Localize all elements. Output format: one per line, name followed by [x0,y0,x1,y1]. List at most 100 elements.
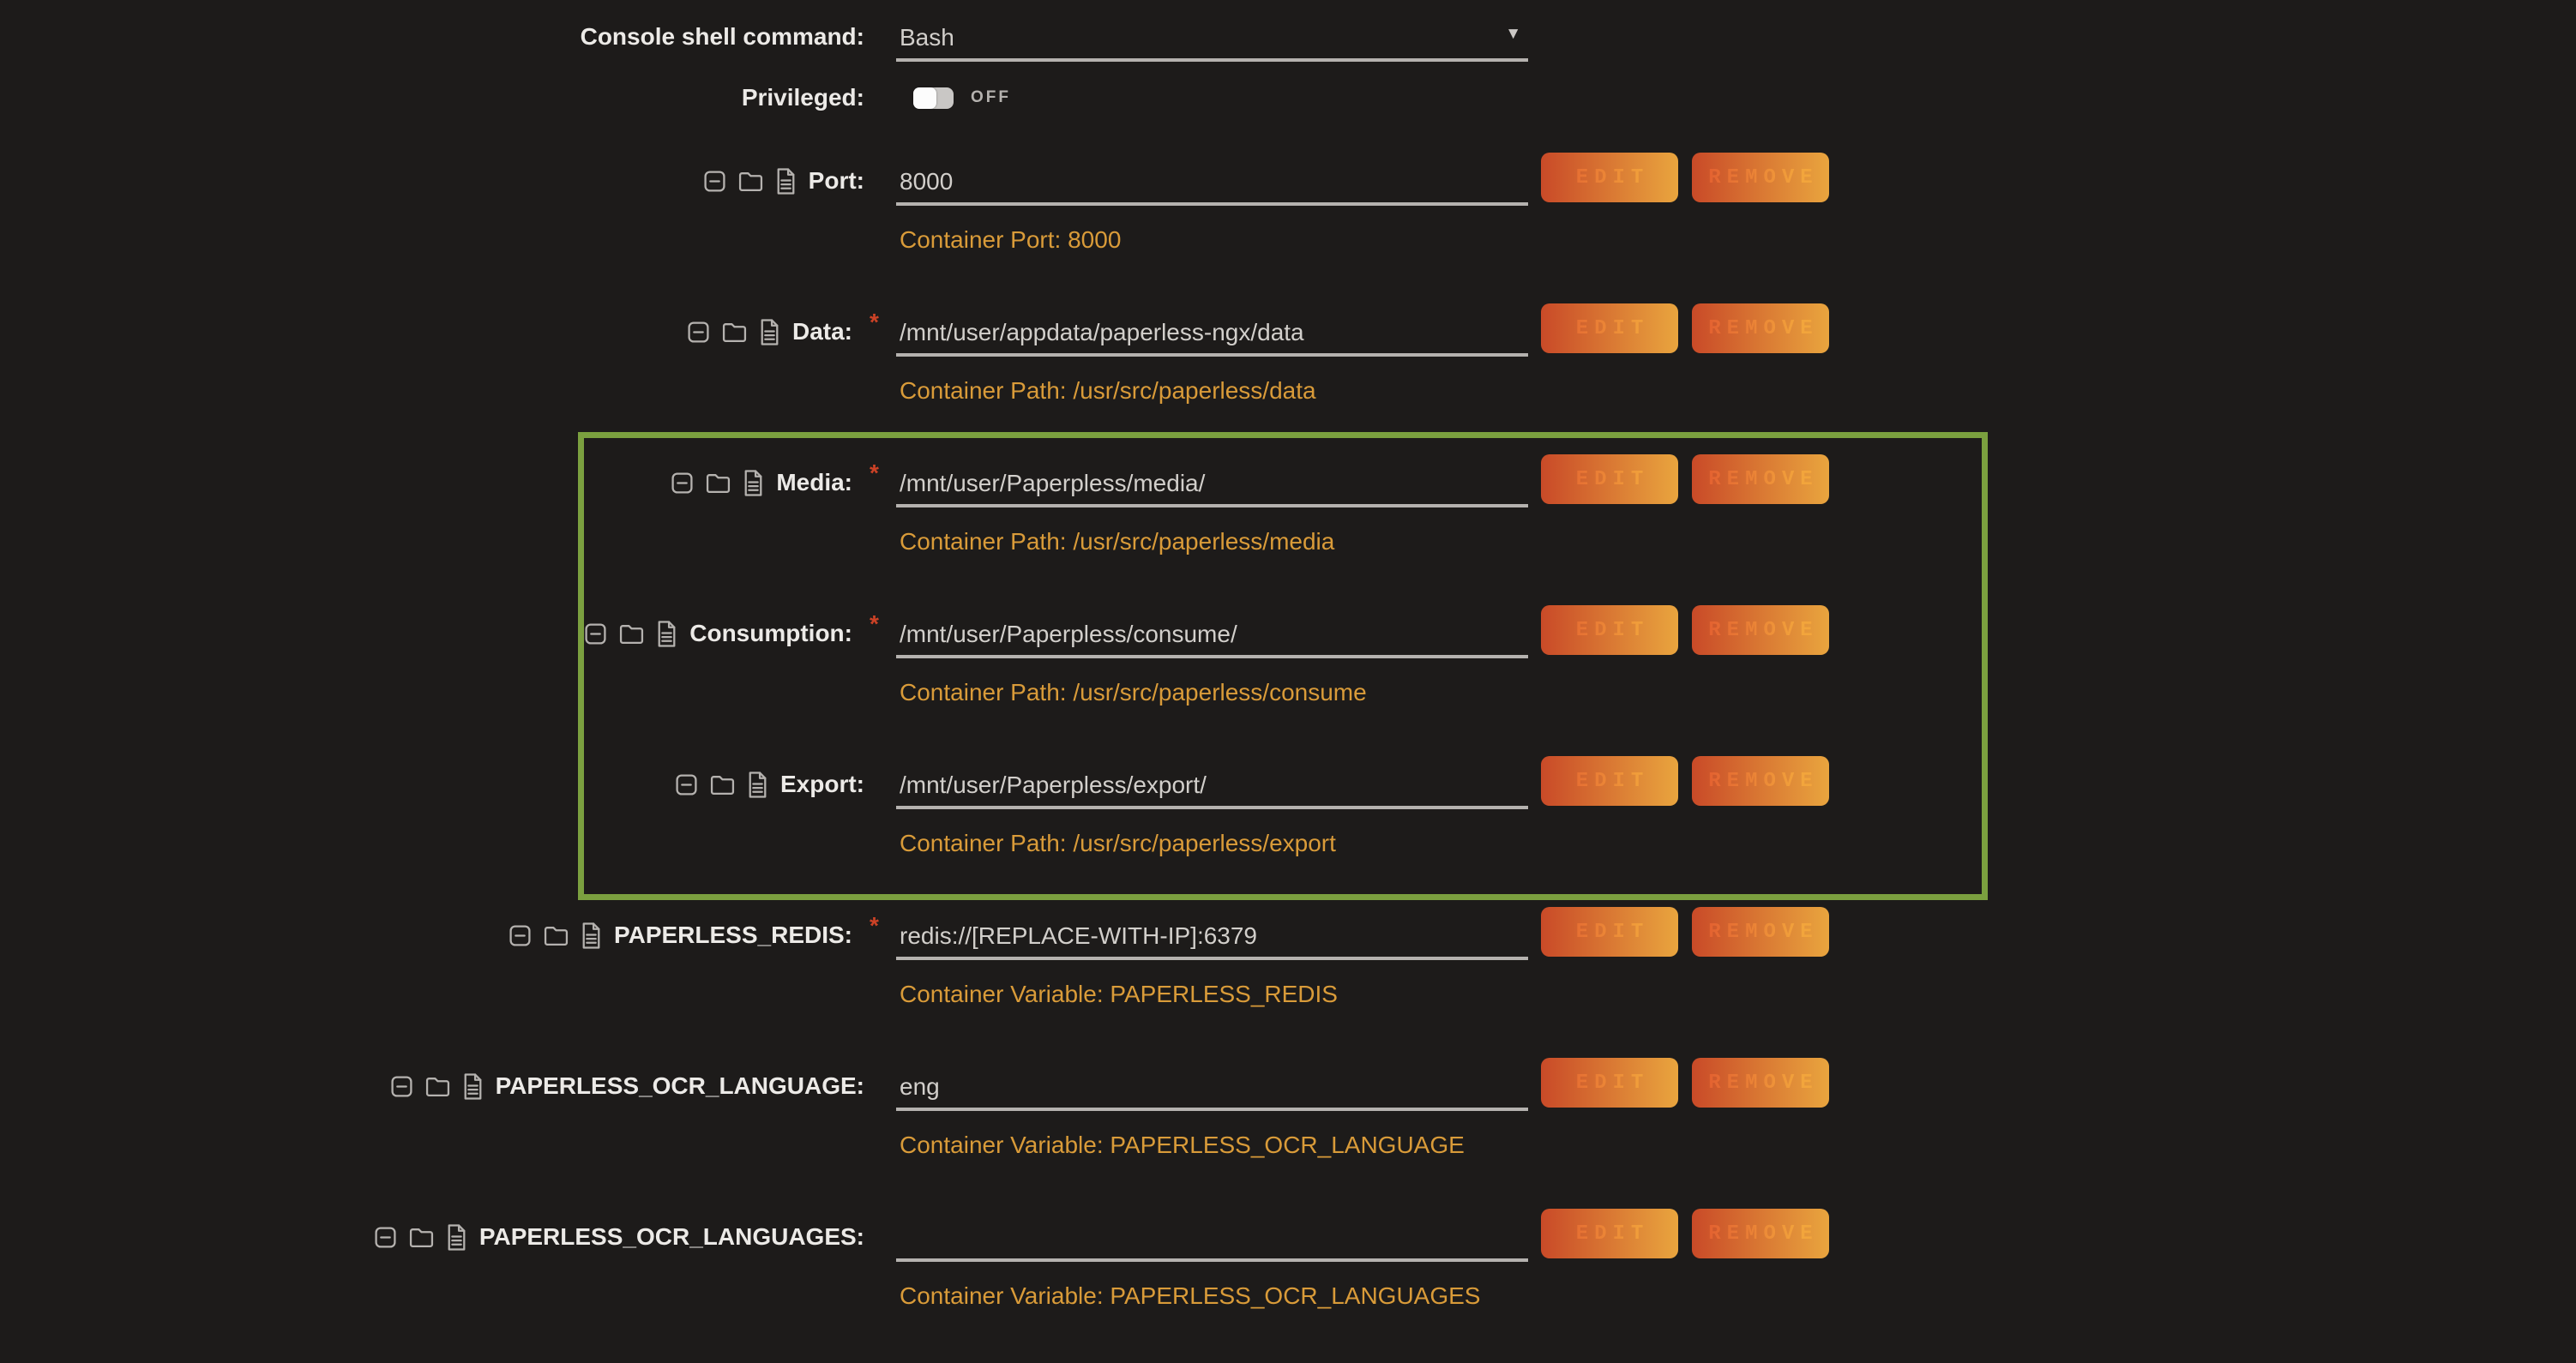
field-row-paperless-redis: PAPERLESS_REDIS: * redis://[REPLACE-WITH… [0,910,2576,1005]
privileged-label-cell: Privileged: [0,79,864,117]
console-shell-command-row: Console shell command: Bash ▼ [0,12,2576,62]
field-row-port: Port: * 8000 Container Port: 8000 EDIT R… [0,156,2576,250]
field-row-export: Export: * /mnt/user/Paperpless/export/ C… [0,760,2576,854]
port-icon [374,1226,397,1249]
folder-icon [544,925,569,946]
privileged-label: Privileged: [742,84,864,111]
document-icon [446,1224,467,1251]
required-asterisk: * [870,309,888,336]
folder-icon [409,1227,434,1248]
privileged-row: Privileged: OFF [0,79,2576,117]
folder-icon [738,171,763,192]
document-icon [581,922,602,949]
paperless-ocr-language-edit-button[interactable]: EDIT [1541,1058,1678,1108]
consumption-remove-button[interactable]: REMOVE [1692,605,1829,655]
privileged-value-cell: OFF [896,79,1528,117]
paperless-ocr-language-help-text: Container Variable: PAPERLESS_OCR_LANGUA… [896,1132,1528,1159]
document-icon [747,772,768,798]
consumption-help-text: Container Path: /usr/src/paperless/consu… [896,679,1528,706]
consumption-label: Consumption: [689,620,852,647]
required-asterisk: * [870,912,888,940]
field-row-consumption: Consumption: * /mnt/user/Paperpless/cons… [0,609,2576,703]
port-icon [390,1075,413,1098]
field-row-media: Media: * /mnt/user/Paperpless/media/ Con… [0,458,2576,552]
folder-icon [706,472,731,494]
export-edit-button[interactable]: EDIT [1541,756,1678,806]
port-edit-button[interactable]: EDIT [1541,153,1678,202]
paperless-redis-label: PAPERLESS_REDIS: [614,922,852,949]
paperless-redis-value: redis://[REPLACE-WITH-IP]:6379 [900,922,1257,950]
document-icon [743,470,764,496]
paperless-ocr-languages-edit-button[interactable]: EDIT [1541,1209,1678,1258]
field-row-paperless-ocr-languages: PAPERLESS_OCR_LANGUAGES: * Container Var… [0,1212,2576,1306]
data-remove-button[interactable]: REMOVE [1692,303,1829,353]
field-row-data: Data: * /mnt/user/appdata/paperless-ngx/… [0,307,2576,401]
port-icon [687,321,710,344]
media-value: /mnt/user/Paperpless/media/ [900,470,1205,497]
privileged-toggle-state: OFF [971,88,1011,107]
port-icon [703,170,726,193]
required-asterisk: * [870,610,888,638]
paperless-redis-edit-button[interactable]: EDIT [1541,907,1678,957]
paperless-ocr-language-remove-button[interactable]: REMOVE [1692,1058,1829,1108]
privileged-toggle-knob [913,87,936,109]
document-icon [656,621,677,647]
document-icon [462,1073,484,1100]
paperless-redis-help-text: Container Variable: PAPERLESS_REDIS [896,981,1528,1008]
data-edit-button[interactable]: EDIT [1541,303,1678,353]
media-label: Media: [776,469,852,496]
paperless-ocr-language-label: PAPERLESS_OCR_LANGUAGE: [496,1072,864,1100]
data-help-text: Container Path: /usr/src/paperless/data [896,377,1528,405]
folder-icon [710,774,735,796]
paperless-ocr-language-value: eng [900,1073,940,1101]
data-label: Data: [792,318,852,345]
consumption-input[interactable]: /mnt/user/Paperpless/consume/ [896,609,1528,658]
export-input[interactable]: /mnt/user/Paperpless/export/ [896,760,1528,809]
port-label: Port: [809,167,864,195]
folder-icon [722,321,747,343]
docker-template-settings-page: Console shell command: Bash ▼ Privileged… [0,0,2576,1341]
folder-icon [425,1076,450,1097]
export-remove-button[interactable]: REMOVE [1692,756,1829,806]
port-icon [584,622,607,645]
console-shell-command-label-cell: Console shell command: [0,12,864,62]
port-icon [675,773,698,796]
media-edit-button[interactable]: EDIT [1541,454,1678,504]
paperless-ocr-languages-input[interactable] [896,1212,1528,1262]
paperless-ocr-language-input[interactable]: eng [896,1061,1528,1111]
dropdown-caret-icon: ▼ [1505,26,1521,42]
consumption-edit-button[interactable]: EDIT [1541,605,1678,655]
data-input[interactable]: /mnt/user/appdata/paperless-ngx/data [896,307,1528,357]
media-input[interactable]: /mnt/user/Paperpless/media/ [896,458,1528,507]
port-remove-button[interactable]: REMOVE [1692,153,1829,202]
media-remove-button[interactable]: REMOVE [1692,454,1829,504]
paperless-redis-remove-button[interactable]: REMOVE [1692,907,1829,957]
document-icon [759,319,780,345]
port-input[interactable]: 8000 [896,156,1528,206]
data-value: /mnt/user/appdata/paperless-ngx/data [900,319,1304,346]
console-shell-command-value: Bash [900,24,954,51]
consumption-value: /mnt/user/Paperpless/consume/ [900,621,1237,648]
port-icon [671,471,694,495]
console-shell-command-value-cell: Bash ▼ [896,12,1528,62]
field-row-paperless-ocr-language: PAPERLESS_OCR_LANGUAGE: * eng Container … [0,1061,2576,1156]
port-value: 8000 [900,168,953,195]
container-config-form: Console shell command: Bash ▼ Privileged… [0,0,2576,1363]
required-asterisk: * [870,459,888,487]
paperless-ocr-languages-remove-button[interactable]: REMOVE [1692,1209,1829,1258]
paperless-redis-input[interactable]: redis://[REPLACE-WITH-IP]:6379 [896,910,1528,960]
paperless-ocr-languages-help-text: Container Variable: PAPERLESS_OCR_LANGUA… [896,1282,1528,1310]
paperless-ocr-languages-label: PAPERLESS_OCR_LANGUAGES: [479,1223,864,1251]
port-icon [509,924,532,947]
port-help-text: Container Port: 8000 [896,226,1528,254]
export-label: Export: [780,771,864,798]
console-shell-command-select[interactable]: Bash ▼ [896,12,1528,62]
document-icon [775,168,797,195]
export-value: /mnt/user/Paperpless/export/ [900,772,1207,799]
privileged-toggle[interactable] [913,87,954,109]
console-shell-command-label: Console shell command: [581,23,864,51]
folder-icon [619,623,644,645]
media-help-text: Container Path: /usr/src/paperless/media [896,528,1528,555]
field-rows-container: Port: * 8000 Container Port: 8000 EDIT R… [0,156,2576,1306]
export-help-text: Container Path: /usr/src/paperless/expor… [896,830,1528,857]
